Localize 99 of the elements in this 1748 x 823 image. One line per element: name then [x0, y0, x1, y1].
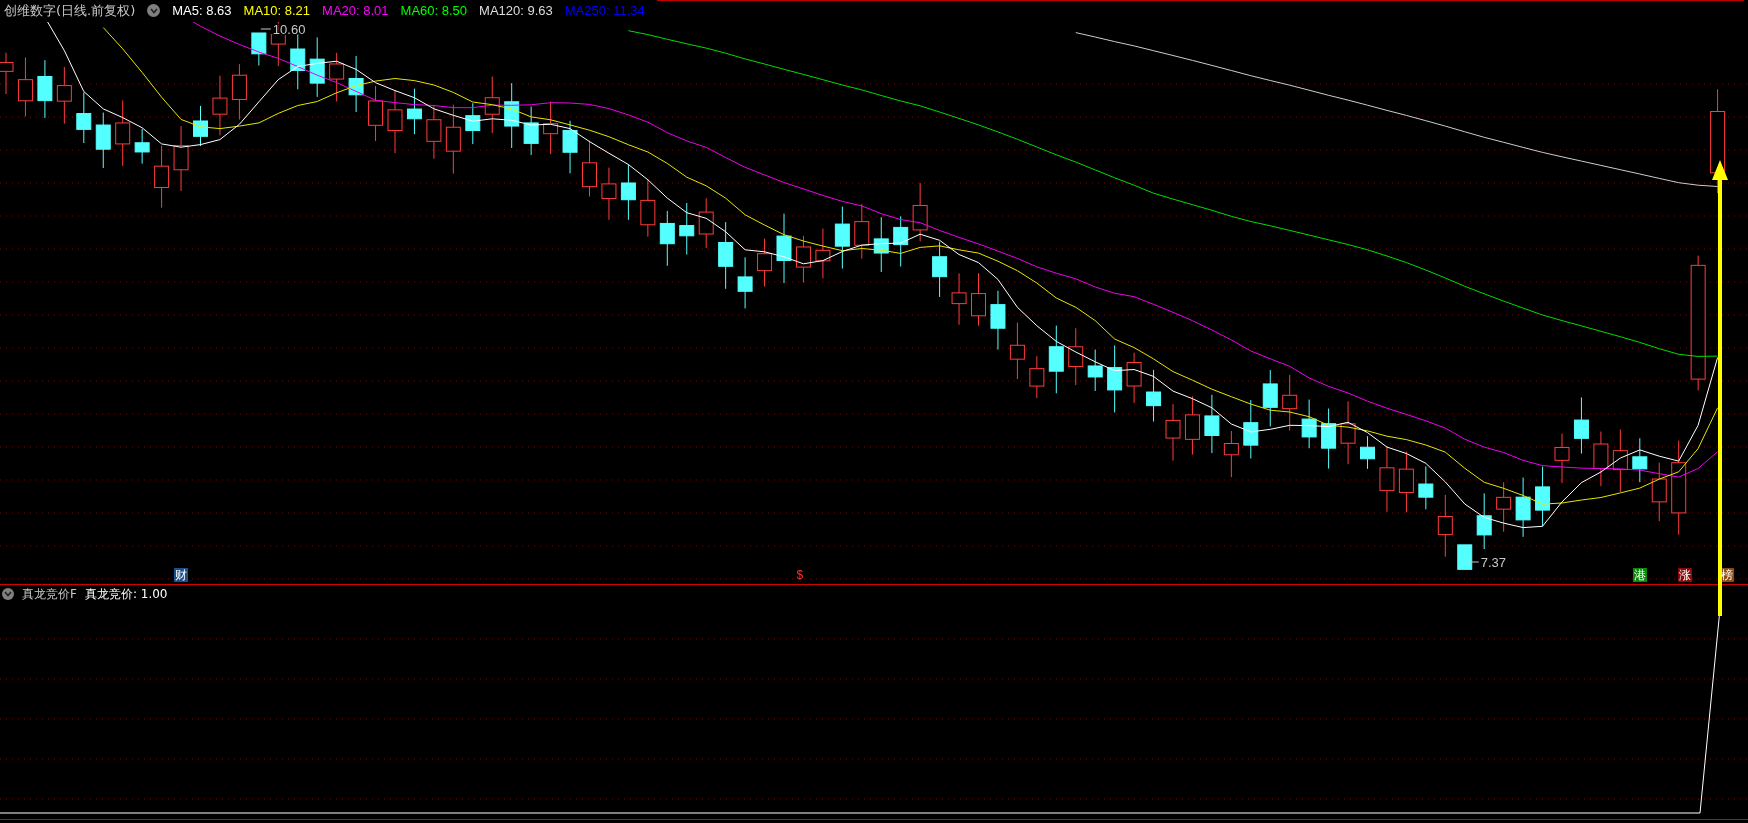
candlestick [776, 213, 792, 284]
candlestick [1165, 403, 1181, 462]
candlestick [1340, 400, 1356, 465]
moving-average-reading: MA120: 9.63 [479, 1, 553, 20]
candlestick [193, 105, 208, 147]
candlestick [1398, 451, 1414, 513]
candlestick [1651, 462, 1667, 522]
candlestick [173, 125, 189, 192]
candlestick [1301, 399, 1317, 449]
candlestick [1223, 430, 1239, 478]
candlestick [231, 63, 247, 121]
candlestick [115, 99, 131, 167]
candlestick [1476, 492, 1492, 550]
candlestick [795, 235, 811, 283]
candlestick [1243, 399, 1259, 459]
candlestick [1632, 437, 1648, 483]
candlestick [37, 59, 53, 119]
candlestick [1321, 408, 1337, 470]
candlestick [912, 182, 928, 242]
candlestick [465, 102, 481, 145]
candlestick [640, 178, 656, 238]
candlestick [893, 215, 909, 267]
candlestick [406, 88, 422, 135]
candlestick [1184, 395, 1200, 456]
moving-average-reading: MA60: 8.50 [400, 1, 468, 20]
candlestick [387, 89, 403, 154]
candlestick [659, 210, 675, 267]
candlestick [1573, 396, 1589, 454]
candlestick [1262, 369, 1278, 427]
moving-average-reading: MA250: 11.34 [564, 1, 645, 20]
candlestick [1437, 494, 1453, 558]
candlestick [368, 85, 384, 142]
candlestick [815, 228, 831, 279]
candlestick [854, 203, 870, 260]
candlestick [329, 52, 345, 103]
candlestick [1126, 352, 1142, 404]
moving-average-reading: MA5: 8.63 [172, 1, 232, 20]
candlestick [309, 36, 325, 98]
candlestick [932, 241, 948, 298]
candlestick [873, 216, 889, 273]
candlestick [1496, 481, 1512, 533]
candlestick [718, 221, 734, 290]
candlestick [951, 272, 967, 326]
candlestick [562, 120, 578, 174]
candlestick [1515, 477, 1531, 538]
candlestick [154, 145, 170, 209]
event-marker[interactable]: 财 [174, 568, 189, 582]
candlestick [1379, 445, 1395, 513]
candlestick [1360, 435, 1375, 470]
candlestick [1418, 466, 1434, 510]
candlestick [426, 105, 442, 160]
candlestick [1593, 431, 1609, 487]
candlestick [504, 82, 520, 149]
candlestick [1087, 349, 1103, 392]
moving-average-reading: MA20: 8.01 [322, 1, 389, 20]
candlestick [445, 104, 461, 175]
candlestick [543, 101, 559, 155]
low-price-label: 7.37 [1466, 555, 1507, 570]
candlestick [1048, 325, 1064, 394]
candlestick [1029, 355, 1045, 399]
event-marker[interactable]: $ [796, 568, 804, 582]
candlestick [1457, 544, 1473, 570]
moving-average-reading: MA10: 8.21 [243, 1, 311, 20]
candlestick [834, 206, 850, 270]
chart-title: 创维数字(日线.前复权) [4, 1, 136, 20]
candlestick [679, 202, 695, 255]
candlestick [1612, 429, 1628, 493]
candlestick [134, 128, 150, 165]
candlestick [1146, 369, 1162, 423]
candlestick [601, 167, 617, 221]
candlestick [698, 197, 714, 249]
candlestick [1068, 327, 1084, 386]
candlestick [76, 91, 92, 144]
candlestick [1107, 344, 1123, 413]
dropdown-icon[interactable] [2, 588, 14, 600]
candlestick [1282, 374, 1298, 432]
dropdown-icon[interactable] [147, 4, 161, 17]
candlestick [56, 66, 72, 125]
candlestick [17, 57, 33, 117]
candlestick [484, 76, 500, 134]
event-marker[interactable]: 港 [1632, 568, 1647, 582]
candlestick [971, 272, 986, 327]
candlestick [1554, 433, 1570, 484]
candlestick [1535, 466, 1551, 527]
event-marker[interactable]: 涨 [1677, 568, 1692, 582]
candlestick [620, 163, 636, 221]
candlestick [95, 112, 111, 169]
candlestick [523, 106, 539, 156]
candlestick [990, 290, 1006, 351]
candlestick [1204, 394, 1220, 454]
candlestick [251, 32, 267, 67]
candlestick [348, 55, 364, 113]
candlestick [757, 238, 773, 287]
indicator-name: 真龙竞价F [22, 586, 77, 603]
candlestick [582, 140, 597, 197]
candlestick [212, 75, 228, 136]
candlestick [1009, 322, 1025, 380]
indicator-reading: 真龙竞价: 1.00 [84, 586, 168, 603]
candlestick [737, 256, 753, 309]
